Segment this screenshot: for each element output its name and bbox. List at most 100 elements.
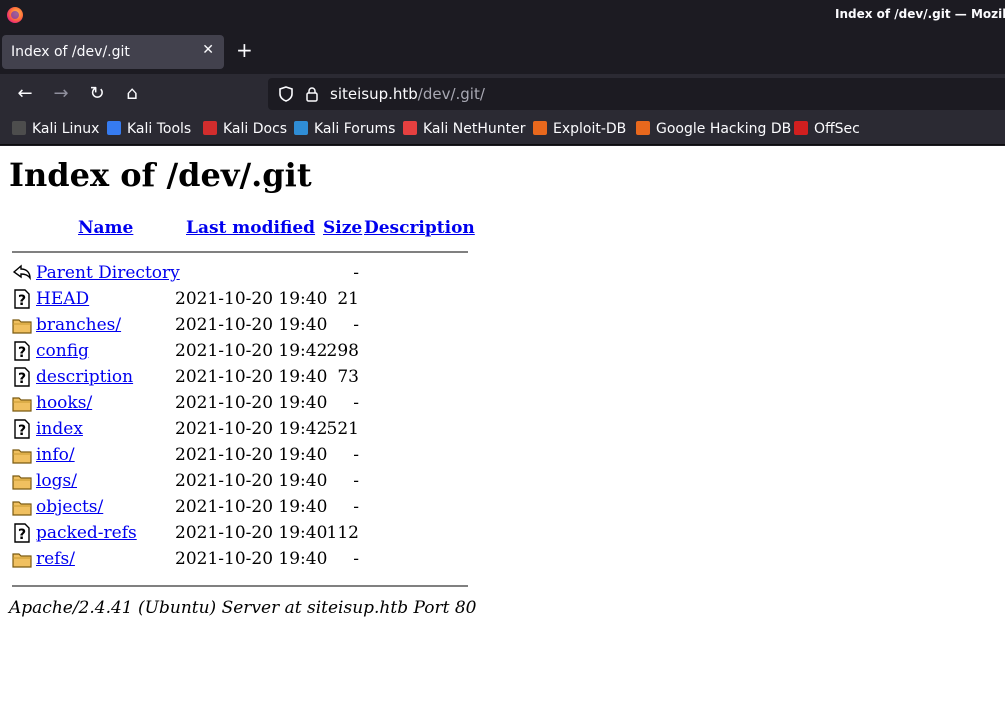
file-modified: 2021-10-20 19:40 [175, 549, 328, 569]
folder-icon [12, 445, 32, 465]
file-link[interactable]: description [36, 367, 133, 387]
navigation-toolbar: ← → ↻ ⌂ siteisup.htb/dev/.git/ [0, 74, 1005, 114]
file-link[interactable]: index [36, 419, 83, 439]
header-divider [12, 251, 468, 253]
file-size: 21 [337, 289, 359, 309]
file-link[interactable]: config [36, 341, 89, 361]
svg-text:?: ? [18, 423, 26, 439]
unknown-file-icon: ? [12, 341, 32, 361]
footer-divider [12, 585, 468, 587]
column-header-size[interactable]: Size [323, 218, 362, 238]
bookmark-kali-linux[interactable]: Kali Linux [12, 121, 99, 137]
file-size: - [353, 497, 359, 517]
file-modified: 2021-10-20 19:40 [175, 393, 328, 413]
table-row: ? packed-refs 2021-10-20 19:40 112 [9, 521, 479, 547]
svg-text:?: ? [18, 371, 26, 387]
folder-icon [12, 393, 32, 413]
file-size: - [353, 263, 359, 283]
page-title: Index of /dev/.git [9, 156, 312, 194]
file-size: - [353, 549, 359, 569]
folder-icon [12, 315, 32, 335]
unknown-file-icon: ? [12, 523, 32, 543]
url-host: siteisup.htb [330, 85, 418, 103]
home-icon[interactable]: ⌂ [122, 84, 142, 104]
forward-icon[interactable]: → [51, 84, 71, 104]
unknown-file-icon: ? [12, 289, 32, 309]
tab-strip: Index of /dev/.git ✕ + [0, 30, 1005, 74]
unknown-file-icon: ? [12, 367, 32, 387]
firefox-logo-icon [7, 7, 23, 23]
folder-icon [12, 497, 32, 517]
tab-close-icon[interactable]: ✕ [202, 42, 214, 58]
table-row: info/2021-10-20 19:40 - [9, 443, 479, 469]
kali-docs-icon [203, 121, 217, 135]
bookmark-label: OffSec [814, 121, 860, 137]
exploit-db-icon [533, 121, 547, 135]
kali-dragon-icon [12, 121, 26, 135]
url-path: /dev/.git/ [417, 85, 485, 103]
file-modified: 2021-10-20 19:40 [175, 497, 328, 517]
file-size: - [353, 471, 359, 491]
file-link[interactable]: refs/ [36, 549, 75, 569]
bookmark-google-hacking-db[interactable]: Google Hacking DB [636, 121, 791, 137]
tab-active[interactable]: Index of /dev/.git ✕ [2, 35, 224, 69]
file-modified: 2021-10-20 19:42 [175, 341, 328, 361]
url-text[interactable]: siteisup.htb/dev/.git/ [330, 85, 485, 103]
file-size: - [353, 445, 359, 465]
column-header-last-modified[interactable]: Last modified [186, 218, 315, 238]
bookmark-label: Kali Linux [32, 121, 100, 137]
tab-title: Index of /dev/.git [11, 44, 130, 60]
bookmark-label: Kali NetHunter [423, 121, 526, 137]
bookmark-label: Exploit-DB [553, 121, 627, 137]
file-link[interactable]: Parent Directory [36, 263, 180, 283]
file-modified: 2021-10-20 19:40 [175, 367, 328, 387]
svg-text:?: ? [18, 293, 26, 309]
back-icon [12, 263, 32, 283]
window-titlebar: Index of /dev/.git — Mozilla Fi [0, 0, 1005, 30]
bookmark-kali-forums[interactable]: Kali Forums [294, 121, 395, 137]
bookmark-kali-docs[interactable]: Kali Docs [203, 121, 287, 137]
url-bar[interactable]: siteisup.htb/dev/.git/ [268, 78, 1005, 110]
table-row: hooks/2021-10-20 19:40 - [9, 391, 479, 417]
bookmark-kali-nethunter[interactable]: Kali NetHunter [403, 121, 525, 137]
tracking-shield-icon[interactable] [278, 86, 294, 102]
bookmark-label: Google Hacking DB [656, 121, 792, 137]
column-header-name[interactable]: Name [78, 218, 133, 238]
bookmark-label: Kali Docs [223, 121, 288, 137]
back-icon[interactable]: ← [15, 84, 35, 104]
server-signature: Apache/2.4.41 (Ubuntu) Server at siteisu… [9, 598, 477, 618]
file-link[interactable]: objects/ [36, 497, 103, 517]
reload-icon[interactable]: ↻ [87, 84, 107, 104]
file-link[interactable]: packed-refs [36, 523, 137, 543]
file-size: 298 [326, 341, 359, 361]
table-row: branches/2021-10-20 19:40 - [9, 313, 479, 339]
file-link[interactable]: logs/ [36, 471, 77, 491]
bookmark-offsec[interactable]: OffSec [794, 121, 860, 137]
bookmark-kali-tools[interactable]: Kali Tools [107, 121, 191, 137]
nethunter-icon [403, 121, 417, 135]
file-link[interactable]: info/ [36, 445, 75, 465]
file-size: 112 [326, 523, 359, 543]
file-link[interactable]: hooks/ [36, 393, 92, 413]
file-link[interactable]: HEAD [36, 289, 89, 309]
window-title: Index of /dev/.git — Mozilla Fi [835, 7, 1005, 21]
bookmark-label: Kali Tools [127, 121, 192, 137]
table-row: Parent Directory - [9, 261, 479, 287]
page-info-icon[interactable] [304, 86, 320, 102]
new-tab-icon[interactable]: + [236, 40, 253, 60]
file-modified: 2021-10-20 19:40 [175, 445, 328, 465]
svg-text:?: ? [18, 527, 26, 543]
file-modified: 2021-10-20 19:42 [175, 419, 328, 439]
bookmarks-toolbar: Kali Linux Kali Tools Kali Docs Kali For… [0, 114, 1005, 145]
file-link[interactable]: branches/ [36, 315, 121, 335]
file-size: - [353, 315, 359, 335]
file-modified: 2021-10-20 19:40 [175, 289, 328, 309]
table-row: objects/2021-10-20 19:40 - [9, 495, 479, 521]
kali-forums-icon [294, 121, 308, 135]
file-size: 521 [326, 419, 359, 439]
bookmark-exploit-db[interactable]: Exploit-DB [533, 121, 626, 137]
file-modified: 2021-10-20 19:40 [175, 523, 328, 543]
page-content: Index of /dev/.git Name Last modified Si… [0, 146, 1005, 726]
table-row: ? index 2021-10-20 19:42 521 [9, 417, 479, 443]
column-header-description[interactable]: Description [364, 218, 475, 238]
